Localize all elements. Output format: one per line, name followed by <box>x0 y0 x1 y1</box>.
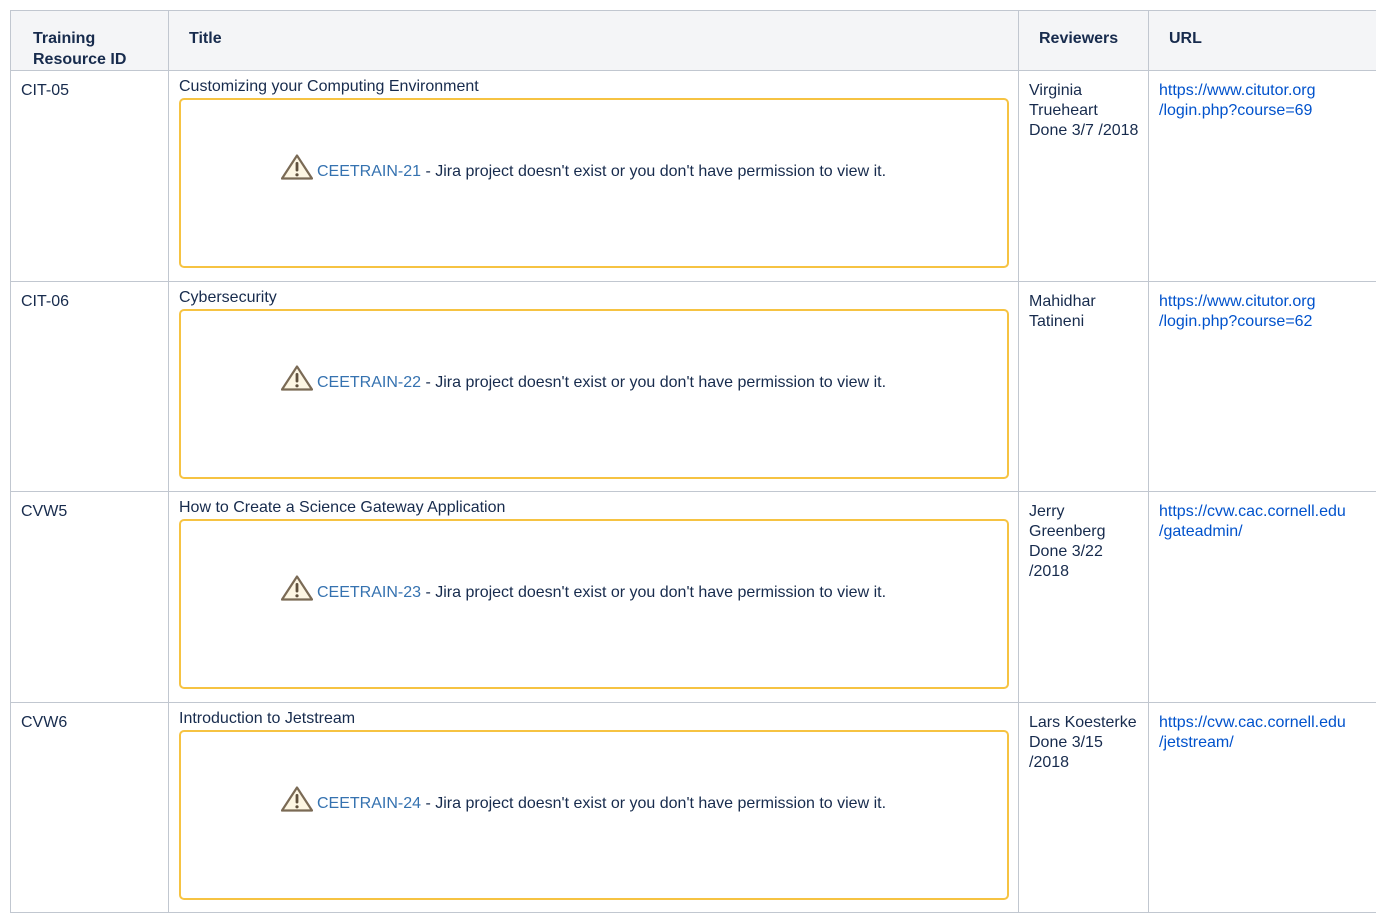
resource-id-cell: CVW5 <box>10 491 169 703</box>
table-row: CVW5 How to Create a Science Gateway App… <box>10 491 1376 703</box>
resource-id: CVW6 <box>21 713 68 731</box>
jira-issue-macro: CEETRAIN-23 - Jira project doesn't exist… <box>179 519 1009 689</box>
url-cell: https://cvw.cac.cornell.edu /jetstream/ <box>1148 701 1376 913</box>
url-cell: https://cvw.cac.cornell.edu /gateadmin/ <box>1148 491 1376 703</box>
jira-issue-link[interactable]: CEETRAIN-24 <box>317 795 421 812</box>
resource-id: CIT-05 <box>21 82 70 99</box>
resource-id-cell: CIT-05 <box>10 70 169 282</box>
reviewers-cell: Virginia Trueheart Done 3/7 /2018 <box>1018 70 1149 282</box>
resource-url-link[interactable]: https://www.citutor.org /login.php?cours… <box>1159 293 1316 330</box>
url-cell: https://www.citutor.org /login.php?cours… <box>1148 280 1376 492</box>
resource-title: Introduction to Jetstream <box>179 709 356 727</box>
warning-icon <box>281 785 313 812</box>
table-row: CIT-06 Cybersecurity CEETRAIN-22 - Jira … <box>10 280 1376 492</box>
resource-id-cell: CVW6 <box>10 701 169 913</box>
jira-issue-link[interactable]: CEETRAIN-23 <box>317 584 421 601</box>
jira-issue-link[interactable]: CEETRAIN-22 <box>317 374 421 391</box>
training-resources-table: Training Resource ID Title Reviewers URL… <box>10 10 1376 913</box>
header-reviewers[interactable]: Reviewers <box>1018 10 1149 71</box>
resource-id: CVW5 <box>21 503 68 520</box>
resource-title: Cybersecurity <box>179 288 277 306</box>
reviewers: Lars Koesterke Done 3/15 /2018 <box>1029 713 1137 771</box>
jira-issue-macro: CEETRAIN-21 - Jira project doesn't exist… <box>179 98 1009 268</box>
header-training-resource-id[interactable]: Training Resource ID <box>10 10 169 71</box>
jira-issue-macro: CEETRAIN-24 - Jira project doesn't exist… <box>179 729 1009 900</box>
resource-url-link[interactable]: https://cvw.cac.cornell.edu /jetstream/ <box>1159 714 1346 751</box>
title-cell: Introduction to Jetstream CEETRAIN-24 - … <box>168 701 1019 913</box>
jira-issue-link[interactable]: CEETRAIN-21 <box>317 163 421 180</box>
jira-issue-macro: CEETRAIN-22 - Jira project doesn't exist… <box>179 308 1009 479</box>
header-title[interactable]: Title <box>168 10 1019 71</box>
jira-error-message: - Jira project doesn't exist or you don'… <box>421 373 887 391</box>
title-cell: How to Create a Science Gateway Applicat… <box>168 491 1019 703</box>
reviewers: Mahidhar Tatineni <box>1029 292 1096 330</box>
url-cell: https://www.citutor.org /login.php?cours… <box>1148 70 1376 282</box>
resource-url-link[interactable]: https://cvw.cac.cornell.edu /gateadmin/ <box>1159 503 1346 540</box>
reviewers-cell: Mahidhar Tatineni <box>1018 280 1149 492</box>
reviewers: Jerry Greenberg Done 3/22 /2018 <box>1029 503 1106 580</box>
jira-error-message: - Jira project doesn't exist or you don'… <box>421 794 887 812</box>
jira-error-message: - Jira project doesn't exist or you don'… <box>421 584 887 601</box>
resource-title: How to Create a Science Gateway Applicat… <box>179 499 506 516</box>
warning-icon <box>281 575 313 601</box>
table-header-row: Training Resource ID Title Reviewers URL <box>10 10 1376 71</box>
reviewers-cell: Jerry Greenberg Done 3/22 /2018 <box>1018 491 1149 703</box>
warning-icon <box>281 364 313 391</box>
warning-icon <box>281 154 313 180</box>
table-row: CIT-05 Customizing your Computing Enviro… <box>10 70 1376 282</box>
title-cell: Cybersecurity CEETRAIN-22 - Jira project… <box>168 280 1019 492</box>
header-url[interactable]: URL <box>1148 10 1376 71</box>
resource-url-link[interactable]: https://www.citutor.org /login.php?cours… <box>1159 82 1316 119</box>
resource-title: Customizing your Computing Environment <box>179 78 479 95</box>
jira-error-message: - Jira project doesn't exist or you don'… <box>421 163 887 180</box>
resource-id: CIT-06 <box>21 292 70 310</box>
reviewers-cell: Lars Koesterke Done 3/15 /2018 <box>1018 701 1149 913</box>
resource-id-cell: CIT-06 <box>10 280 169 492</box>
table-row: CVW6 Introduction to Jetstream CEETRAIN-… <box>10 701 1376 913</box>
title-cell: Customizing your Computing Environment C… <box>168 70 1019 282</box>
reviewers: Virginia Trueheart Done 3/7 /2018 <box>1029 82 1139 139</box>
